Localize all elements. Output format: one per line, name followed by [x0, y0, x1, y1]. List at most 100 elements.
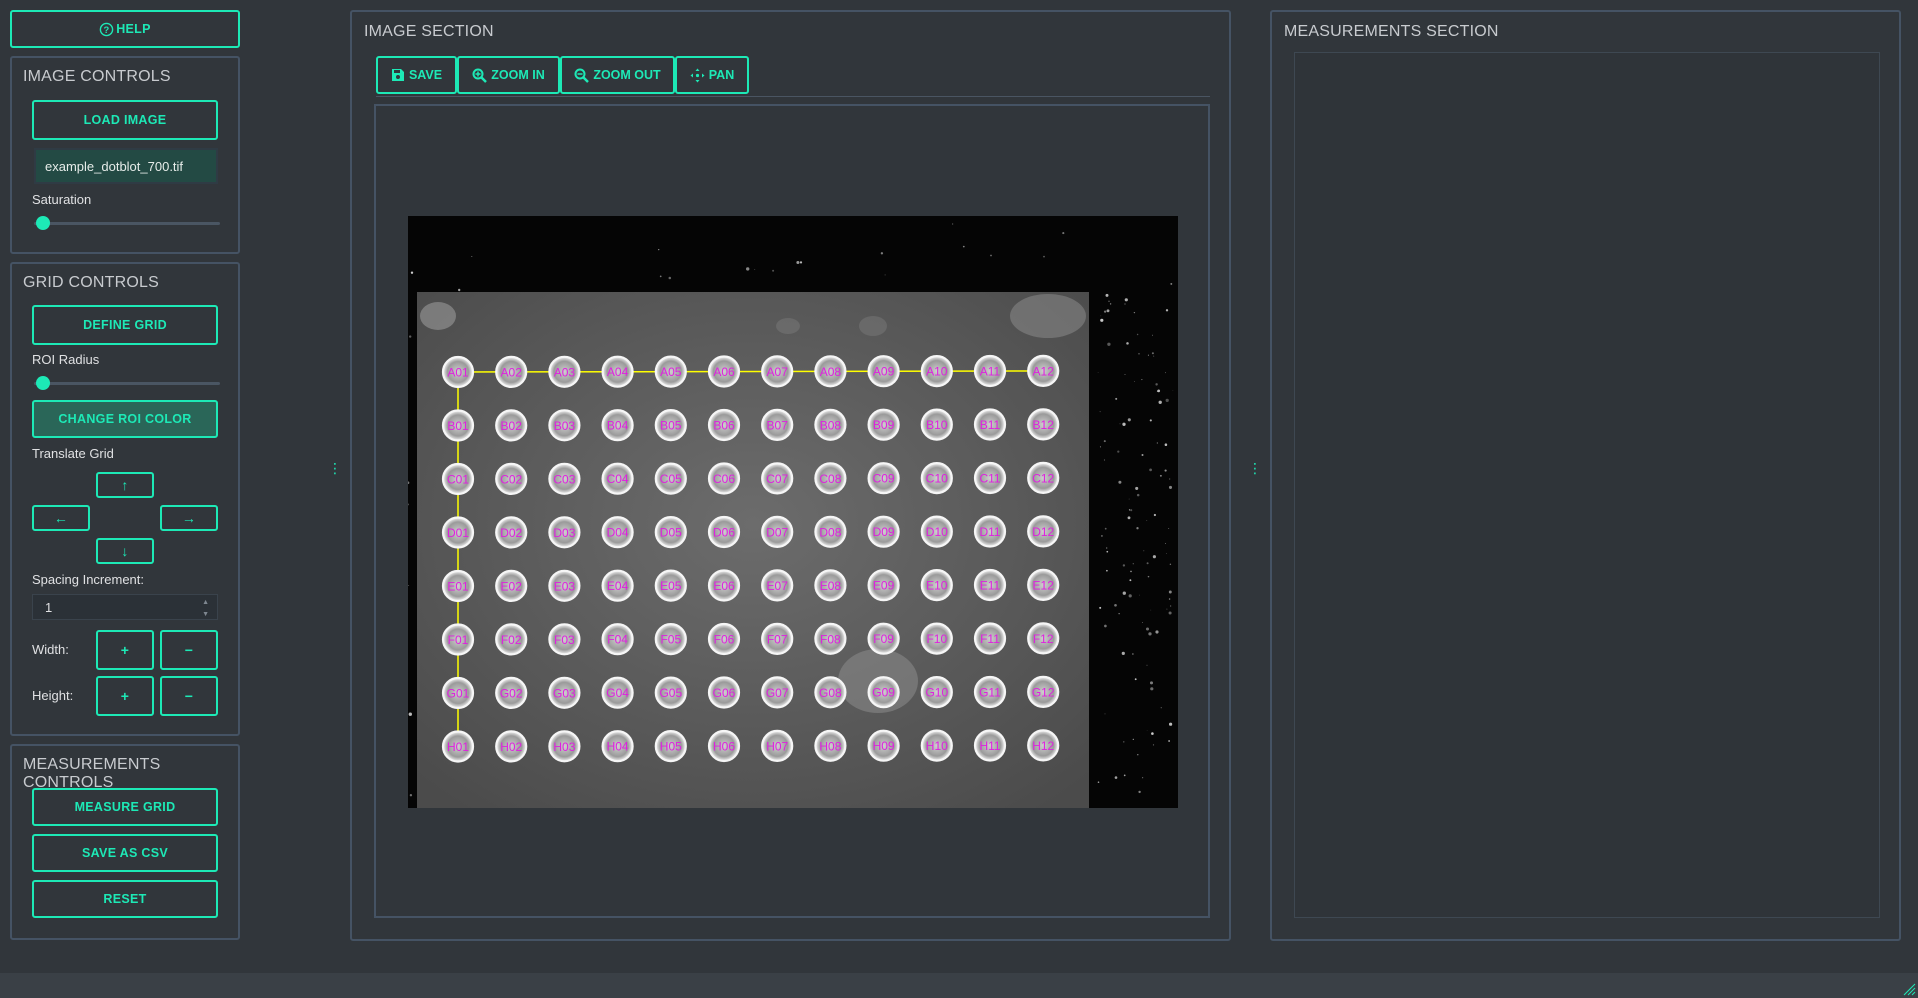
- roi-spot[interactable]: A05: [654, 355, 687, 388]
- roi-spot[interactable]: E03: [548, 569, 581, 602]
- roi-spot[interactable]: D11: [973, 515, 1007, 548]
- save-as-csv-button[interactable]: SAVE AS CSV: [32, 834, 218, 872]
- roi-spot[interactable]: H09: [867, 729, 900, 762]
- reset-button[interactable]: RESET: [32, 880, 218, 918]
- roi-spot[interactable]: H04: [601, 730, 634, 763]
- roi-spot[interactable]: H05: [654, 729, 687, 763]
- roi-radius-slider-handle[interactable]: [36, 376, 50, 390]
- roi-spot[interactable]: C01: [441, 462, 475, 496]
- roi-spot[interactable]: H12: [1027, 729, 1060, 762]
- roi-spot[interactable]: A01: [441, 355, 475, 389]
- roi-spot[interactable]: B01: [441, 409, 475, 442]
- height-minus-button[interactable]: −: [160, 676, 218, 716]
- roi-spot[interactable]: A08: [814, 355, 847, 388]
- roi-spot[interactable]: B07: [761, 408, 794, 441]
- roi-spot[interactable]: B02: [495, 409, 528, 442]
- roi-spot[interactable]: D07: [761, 515, 794, 548]
- roi-spot[interactable]: G10: [920, 676, 953, 709]
- roi-spot[interactable]: E11: [973, 568, 1007, 602]
- roi-spot[interactable]: E07: [761, 569, 794, 602]
- roi-spot[interactable]: F03: [548, 623, 581, 656]
- define-grid-button[interactable]: DEFINE GRID: [32, 305, 218, 345]
- zoom-in-button[interactable]: ZOOM IN: [457, 56, 560, 94]
- roi-spot[interactable]: B05: [654, 409, 687, 442]
- roi-spot[interactable]: A04: [601, 355, 634, 388]
- roi-spot[interactable]: A02: [495, 355, 528, 388]
- roi-spot[interactable]: H02: [495, 730, 528, 763]
- spin-arrows-icon[interactable]: ▲ ▼: [202, 597, 209, 621]
- roi-spot[interactable]: A11: [973, 354, 1007, 388]
- saturation-slider-track[interactable]: [34, 222, 220, 225]
- roi-spot[interactable]: G03: [548, 676, 581, 709]
- roi-spot[interactable]: F01: [441, 623, 475, 656]
- measure-grid-button[interactable]: MEASURE GRID: [32, 788, 218, 826]
- height-plus-button[interactable]: +: [96, 676, 154, 716]
- pan-button[interactable]: PAN: [675, 56, 749, 94]
- roi-spot[interactable]: D02: [495, 516, 528, 549]
- roi-spot[interactable]: B11: [973, 408, 1007, 441]
- saturation-slider-handle[interactable]: [36, 216, 50, 230]
- translate-left-button[interactable]: ←: [32, 505, 90, 531]
- measurements-table-area[interactable]: [1294, 52, 1880, 918]
- roi-spot[interactable]: G11: [973, 675, 1007, 709]
- roi-spot[interactable]: E05: [654, 569, 687, 602]
- roi-spot[interactable]: B06: [707, 408, 741, 442]
- roi-spot[interactable]: E01: [441, 569, 475, 603]
- roi-spot[interactable]: C05: [654, 462, 687, 495]
- roi-spot[interactable]: C09: [867, 462, 900, 495]
- right-splitter-handle[interactable]: ⋮: [1248, 461, 1262, 475]
- resize-grip-icon[interactable]: [1902, 982, 1916, 996]
- save-button[interactable]: SAVE: [376, 56, 457, 94]
- roi-spot[interactable]: F04: [601, 623, 634, 656]
- roi-spot[interactable]: H03: [548, 730, 581, 763]
- roi-spot[interactable]: F05: [654, 623, 687, 656]
- roi-spot[interactable]: D10: [920, 515, 953, 548]
- roi-spot[interactable]: C08: [814, 462, 847, 495]
- width-plus-button[interactable]: +: [96, 630, 154, 670]
- roi-spot[interactable]: F09: [867, 622, 900, 655]
- roi-spot[interactable]: G09: [867, 676, 900, 709]
- roi-spot[interactable]: G04: [601, 676, 634, 709]
- roi-spot[interactable]: H08: [814, 729, 847, 762]
- roi-spot[interactable]: A07: [761, 355, 794, 388]
- roi-spot[interactable]: A03: [548, 355, 581, 388]
- help-button[interactable]: ? HELP: [10, 10, 240, 48]
- roi-spot[interactable]: D01: [441, 516, 475, 549]
- zoom-out-button[interactable]: ZOOM OUT: [560, 56, 675, 94]
- roi-spot[interactable]: G02: [495, 676, 528, 709]
- roi-spot[interactable]: D09: [867, 515, 900, 548]
- roi-spot[interactable]: C11: [973, 461, 1007, 495]
- roi-spot[interactable]: C12: [1027, 461, 1060, 494]
- change-roi-color-button[interactable]: CHANGE ROI COLOR: [32, 400, 218, 438]
- roi-spot[interactable]: E04: [601, 569, 634, 602]
- roi-spot[interactable]: B09: [867, 408, 900, 441]
- roi-spot[interactable]: A12: [1027, 354, 1060, 387]
- dotblot-image[interactable]: A01 A02 A03 A04 A05 A06 A07 A08 A09 A10 A11 A12 B01 B…: [408, 216, 1178, 808]
- roi-spot[interactable]: C04: [601, 462, 634, 495]
- roi-radius-slider-track[interactable]: [34, 382, 220, 385]
- roi-spot[interactable]: A10: [920, 355, 953, 388]
- roi-spot[interactable]: E02: [495, 569, 528, 602]
- roi-spot[interactable]: B04: [601, 409, 634, 442]
- roi-spot[interactable]: C03: [548, 462, 581, 495]
- roi-spot[interactable]: F08: [814, 622, 847, 655]
- roi-spot[interactable]: F06: [707, 622, 741, 656]
- roi-spot[interactable]: G05: [654, 676, 687, 709]
- roi-spot[interactable]: H06: [707, 729, 741, 763]
- roi-spot[interactable]: E10: [920, 569, 953, 602]
- roi-spot[interactable]: D04: [601, 516, 634, 549]
- roi-spot[interactable]: D03: [548, 516, 581, 549]
- roi-spot[interactable]: E09: [867, 569, 900, 602]
- roi-spot[interactable]: F02: [495, 623, 528, 656]
- roi-spot[interactable]: F10: [920, 622, 953, 655]
- roi-spot[interactable]: D05: [654, 516, 687, 549]
- roi-spot[interactable]: B10: [920, 408, 953, 441]
- load-image-button[interactable]: LOAD IMAGE: [32, 100, 218, 140]
- roi-spot[interactable]: C02: [495, 462, 528, 495]
- translate-down-button[interactable]: ↓: [96, 538, 154, 564]
- roi-spot[interactable]: H10: [920, 729, 953, 762]
- translate-right-button[interactable]: →: [160, 505, 218, 531]
- roi-spot[interactable]: H07: [761, 729, 794, 763]
- roi-spot[interactable]: D06: [707, 515, 741, 549]
- spacing-increment-spinbox[interactable]: 1 ▲ ▼: [32, 594, 218, 620]
